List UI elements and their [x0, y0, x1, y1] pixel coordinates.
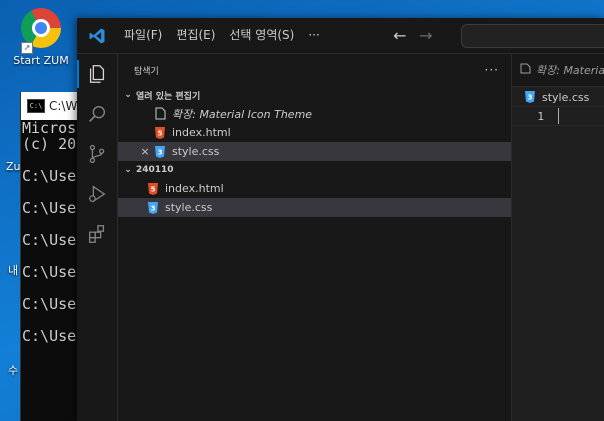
explorer-title: 탐색기	[134, 66, 159, 77]
search-icon	[89, 105, 106, 122]
menu-selection[interactable]: 선택 영역(S)	[222, 18, 301, 53]
svg-text:5: 5	[158, 129, 163, 137]
run-debug-icon	[89, 185, 106, 203]
titlebar: 파일(F) 편집(E) 선택 영역(S) ··· ← →	[77, 18, 604, 54]
folder-section-header[interactable]: ⌄ 240110	[118, 161, 511, 179]
svg-text:3: 3	[151, 204, 156, 212]
run-debug-activity-button[interactable]	[77, 174, 117, 214]
folder-label: 240110	[136, 165, 174, 175]
menu-file[interactable]: 파일(F)	[117, 18, 169, 53]
css-file-icon: 3	[145, 201, 161, 215]
vscode-logo-icon	[77, 18, 117, 53]
cmd-title: C:\W	[49, 99, 78, 113]
file-tree-item-label: style.css	[165, 201, 213, 214]
current-line-highlight	[512, 106, 604, 126]
explorer-activity-button[interactable]	[77, 54, 117, 94]
css-file-icon: 3	[522, 90, 538, 104]
css-file-icon: 3	[152, 145, 168, 159]
menu-more[interactable]: ···	[301, 18, 326, 53]
open-editor-item-label: style.css	[172, 145, 220, 158]
extension-preview-icon	[520, 63, 531, 77]
html-file-icon: 5	[145, 182, 161, 196]
open-editor-item[interactable]: × 3 style.css	[118, 142, 511, 161]
open-editors-section-header[interactable]: ⌄ 열려 있는 편집기	[118, 86, 511, 104]
editor-tab[interactable]: 확장: Material	[512, 54, 604, 87]
svg-text:3: 3	[158, 148, 163, 156]
search-activity-button[interactable]	[77, 94, 117, 134]
open-editors-label: 열려 있는 편집기	[136, 91, 201, 102]
breadcrumb-file-label: style.css	[542, 90, 590, 104]
open-editor-item[interactable]: 5 index.html	[118, 123, 511, 142]
files-icon	[89, 65, 105, 83]
chevron-down-icon: ⌄	[124, 90, 132, 100]
html-file-icon: 5	[152, 126, 168, 140]
activity-bar	[77, 54, 118, 421]
open-editor-item[interactable]: 확장: Material Icon Theme	[118, 104, 511, 123]
desktop-shortcut-label: Start ZUM	[13, 54, 69, 67]
back-arrow-icon[interactable]: ←	[387, 26, 413, 45]
shortcut-arrow-icon: ↗	[21, 42, 33, 54]
desktop-shortcut-start-zum[interactable]: ↗ Start ZUM	[8, 4, 74, 67]
explorer-sidebar: 탐색기 ··· ⌄ 열려 있는 편집기 확장: Material Icon Th…	[118, 54, 512, 421]
explorer-header: 탐색기 ···	[118, 54, 511, 86]
source-control-icon	[89, 144, 105, 164]
extensions-activity-button[interactable]	[77, 214, 117, 254]
desktop-icon-label-fragment: Zu	[6, 160, 21, 173]
explorer-more-actions-button[interactable]: ···	[485, 63, 499, 77]
source-control-activity-button[interactable]	[77, 134, 117, 174]
editor-area: 확장: Material 3 style.css 1	[512, 54, 604, 421]
svg-text:5: 5	[151, 185, 156, 193]
extensions-icon	[89, 225, 105, 243]
menu-edit[interactable]: 편집(E)	[169, 18, 222, 53]
desktop-icon-label-fragment: 수	[8, 364, 19, 377]
command-center-search[interactable]	[461, 24, 604, 48]
file-tree-item-label: index.html	[165, 182, 224, 195]
open-editor-item-label: 확장: Material Icon Theme	[172, 107, 313, 121]
file-tree-item[interactable]: 3 style.css	[118, 198, 511, 217]
file-preview-icon	[152, 107, 168, 121]
forward-arrow-icon[interactable]: →	[413, 26, 439, 45]
vscode-window[interactable]: 파일(F) 편집(E) 선택 영역(S) ··· ← → 탐색기 ··· ⌄ 열…	[77, 18, 604, 421]
file-tree-item[interactable]: 5 index.html	[118, 179, 511, 198]
cmd-icon: C:\	[27, 99, 45, 113]
open-editor-item-label: index.html	[172, 126, 231, 139]
breadcrumb[interactable]: 3 style.css	[512, 87, 604, 107]
chevron-down-icon: ⌄	[124, 165, 132, 175]
svg-text:3: 3	[528, 94, 533, 102]
editor-tab-label: 확장: Material	[536, 64, 604, 77]
desktop-icon-label-fragment: 내	[8, 264, 19, 277]
close-icon[interactable]: ×	[138, 145, 152, 158]
